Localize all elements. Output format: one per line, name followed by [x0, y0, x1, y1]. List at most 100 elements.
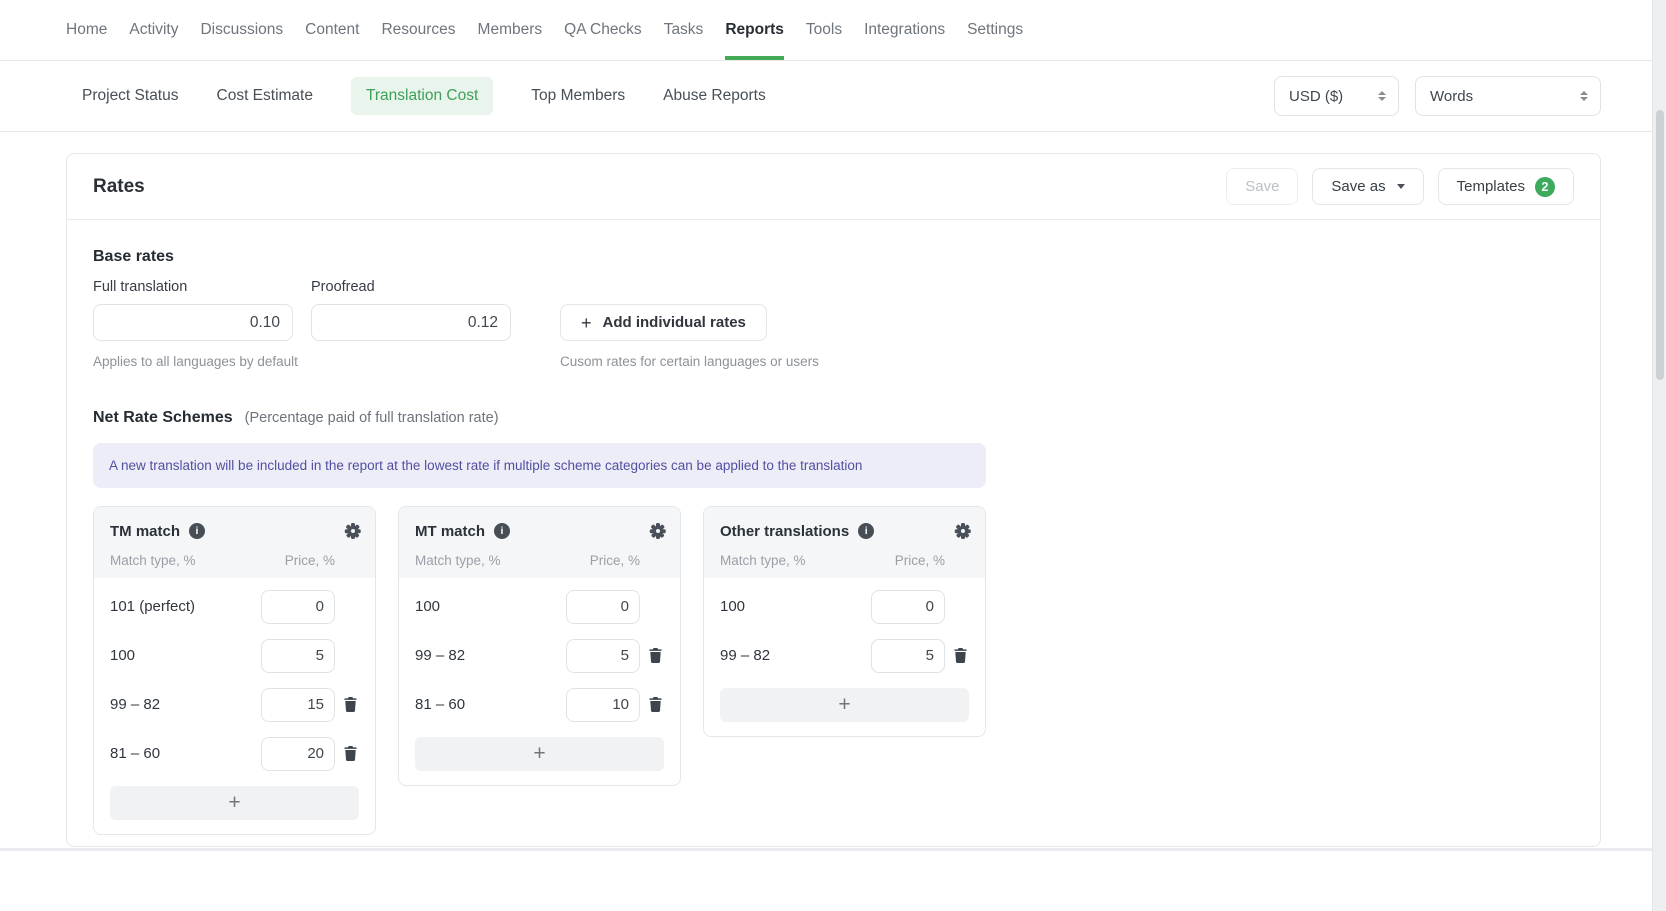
add-rate-row-button[interactable]: + [720, 688, 969, 722]
proofread-input[interactable] [311, 304, 511, 341]
rate-row: 81 – 60 [94, 729, 375, 778]
currency-select-value: USD ($) [1289, 88, 1343, 105]
match-type-column-header: Match type, % [720, 553, 806, 568]
templates-label: Templates [1457, 178, 1525, 195]
price-input[interactable] [261, 688, 335, 722]
save-button[interactable]: Save [1226, 168, 1298, 205]
add-rates-label-spacer [560, 279, 819, 296]
rates-actions: Save Save as Templates 2 [1226, 168, 1574, 205]
base-rates-heading: Base rates [93, 248, 1574, 266]
scrollbar-thumb[interactable] [1656, 110, 1664, 380]
nav-qa-checks[interactable]: QA Checks [564, 0, 642, 60]
rate-row: 81 – 60 [399, 680, 680, 729]
nav-integrations[interactable]: Integrations [864, 0, 945, 60]
scheme-title: TM match [110, 523, 180, 540]
price-column-header: Price, % [285, 553, 335, 568]
tab-top-members[interactable]: Top Members [531, 87, 625, 105]
nav-tools[interactable]: Tools [806, 0, 842, 60]
nav-tasks[interactable]: Tasks [664, 0, 704, 60]
match-type-label: 101 (perfect) [110, 598, 261, 615]
price-input[interactable] [871, 639, 945, 673]
rate-row: 100 [94, 631, 375, 680]
info-banner: A new translation will be included in th… [93, 443, 986, 488]
full-translation-label: Full translation [93, 279, 293, 296]
nav-content[interactable]: Content [305, 0, 359, 60]
currency-select[interactable]: USD ($) [1274, 76, 1399, 116]
trash-icon [344, 697, 357, 712]
delete-row-button[interactable] [945, 648, 975, 663]
units-select[interactable]: Words [1415, 76, 1601, 116]
price-column-header: Price, % [895, 553, 945, 568]
report-tabs: Project Status Cost Estimate Translation… [82, 77, 766, 115]
gear-icon[interactable] [650, 523, 666, 539]
price-input[interactable] [871, 590, 945, 624]
templates-button[interactable]: Templates 2 [1438, 168, 1574, 205]
tab-translation-cost[interactable]: Translation Cost [351, 77, 493, 115]
trash-icon [954, 648, 967, 663]
nav-settings[interactable]: Settings [967, 0, 1023, 60]
rate-row: 100 [399, 582, 680, 631]
info-icon[interactable]: i [494, 523, 510, 539]
price-input[interactable] [261, 737, 335, 771]
nav-home[interactable]: Home [66, 0, 107, 60]
net-rate-schemes-heading: Net Rate Schemes [93, 409, 233, 427]
info-icon[interactable]: i [189, 523, 205, 539]
gear-icon[interactable] [345, 523, 361, 539]
save-as-button[interactable]: Save as [1312, 168, 1423, 205]
tab-abuse-reports[interactable]: Abuse Reports [663, 87, 766, 105]
gear-icon[interactable] [955, 523, 971, 539]
rate-row: 99 – 82 [704, 631, 985, 680]
match-type-label: 99 – 82 [415, 647, 566, 664]
net-rate-schemes-section: Net Rate Schemes (Percentage paid of ful… [67, 369, 1600, 835]
match-type-label: 99 – 82 [110, 696, 261, 713]
select-caret-icon [1580, 91, 1588, 102]
delete-row-button[interactable] [335, 697, 365, 712]
match-type-label: 100 [720, 598, 871, 615]
nav-resources[interactable]: Resources [381, 0, 455, 60]
match-type-column-header: Match type, % [415, 553, 501, 568]
price-input[interactable] [261, 590, 335, 624]
nav-discussions[interactable]: Discussions [200, 0, 283, 60]
add-rate-row-button[interactable]: + [415, 737, 664, 771]
schemes-row: TM match i Match type, % Price, % 101 (p… [93, 506, 1574, 835]
plus-icon: + [581, 314, 592, 332]
add-individual-rates-button[interactable]: + Add individual rates [560, 304, 767, 341]
nav-members[interactable]: Members [478, 0, 543, 60]
rate-row: 101 (perfect) [94, 582, 375, 631]
base-rates-section: Base rates Full translation Applies to a… [67, 220, 1600, 369]
units-select-value: Words [1430, 88, 1473, 105]
scheme-title: Other translations [720, 523, 849, 540]
info-icon[interactable]: i [858, 523, 874, 539]
price-input[interactable] [566, 688, 640, 722]
nav-activity[interactable]: Activity [129, 0, 178, 60]
tab-cost-estimate[interactable]: Cost Estimate [217, 87, 313, 105]
tab-project-status[interactable]: Project Status [82, 87, 179, 105]
scheme-header: TM match i Match type, % Price, % [94, 507, 375, 578]
report-options: USD ($) Words [1274, 76, 1601, 116]
price-input[interactable] [566, 590, 640, 624]
match-type-label: 81 – 60 [110, 745, 261, 762]
delete-row-button[interactable] [335, 746, 365, 761]
scheme-header: MT match i Match type, % Price, % [399, 507, 680, 578]
match-type-label: 100 [415, 598, 566, 615]
scheme-header: Other translations i Match type, % Price… [704, 507, 985, 578]
match-type-label: 100 [110, 647, 261, 664]
delete-row-button[interactable] [640, 648, 670, 663]
delete-row-button[interactable] [640, 697, 670, 712]
save-as-label: Save as [1331, 178, 1385, 195]
trash-icon [649, 648, 662, 663]
rates-title: Rates [93, 176, 145, 198]
price-input[interactable] [261, 639, 335, 673]
add-rate-row-button[interactable]: + [110, 786, 359, 820]
page-bottom-divider [0, 848, 1666, 851]
vertical-scrollbar[interactable] [1652, 0, 1666, 911]
add-individual-rates-hint: Cusom rates for certain languages or use… [560, 354, 819, 369]
nav-reports[interactable]: Reports [725, 0, 784, 60]
rates-card: Rates Save Save as Templates 2 Base rate… [66, 153, 1601, 847]
select-caret-icon [1378, 91, 1386, 102]
match-type-column-header: Match type, % [110, 553, 196, 568]
full-translation-input[interactable] [93, 304, 293, 341]
price-input[interactable] [566, 639, 640, 673]
main-navigation: Home Activity Discussions Content Resour… [0, 0, 1652, 61]
trash-icon [344, 746, 357, 761]
